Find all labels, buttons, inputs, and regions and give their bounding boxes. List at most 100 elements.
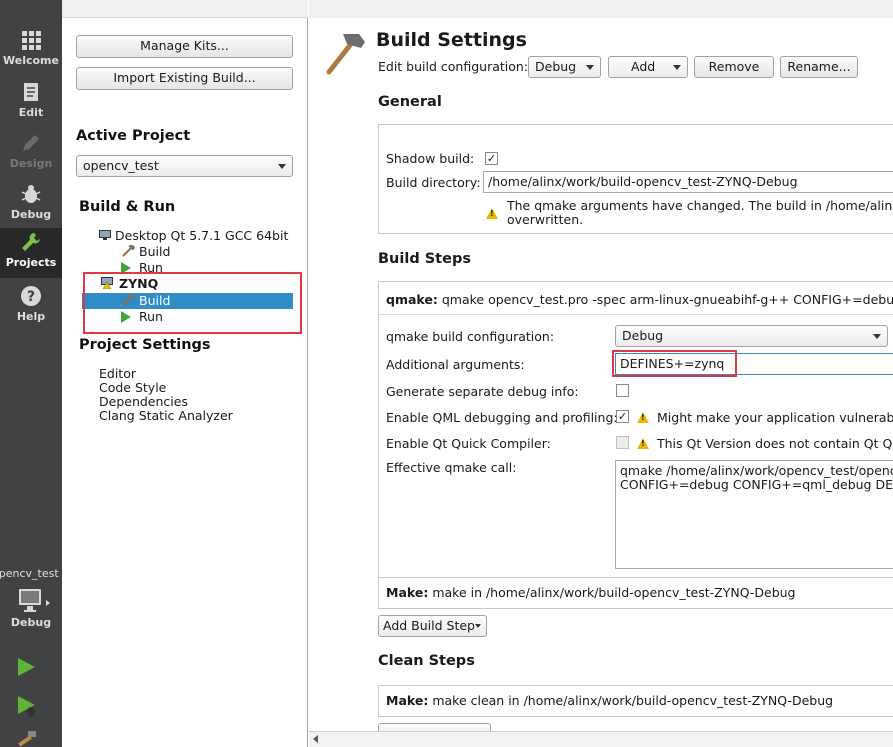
effective-line: CONFIG+=debug CONFIG+=qml_debug DEFI <box>620 477 893 492</box>
settings-editor[interactable]: Editor <box>99 367 136 381</box>
svg-text:?: ? <box>27 289 35 305</box>
make-summary-text: make in /home/alinx/work/build-opencv_te… <box>432 585 796 600</box>
quick-compiler-label: Enable Qt Quick Compiler: <box>386 436 551 451</box>
separate-debug-label: Generate separate debug info: <box>386 384 579 399</box>
add-config-button[interactable]: Add <box>608 56 688 78</box>
mode-debug[interactable]: Debug <box>0 180 62 230</box>
build-button[interactable] <box>16 731 38 747</box>
hammer-icon <box>18 731 36 747</box>
make-step-panel: Make: make in /home/alinx/work/build-ope… <box>378 577 893 609</box>
mode-label: Welcome <box>3 54 59 67</box>
build-run-title: Build & Run <box>79 199 176 215</box>
kit-desktop[interactable]: Desktop Qt 5.7.1 GCC 64bit <box>98 228 288 244</box>
build-settings-panel: Build Settings Edit build configuration:… <box>309 0 893 747</box>
target-project-name: opencv_test <box>0 567 59 580</box>
pencil-icon <box>23 135 39 151</box>
quick-compiler-warning: This Qt Version does not contain Qt Quic <box>657 436 893 451</box>
monitor-icon <box>99 230 111 240</box>
grid-icon <box>22 31 41 50</box>
additional-args-label: Additional arguments: <box>386 357 525 372</box>
chevron-right-icon <box>46 600 50 606</box>
chevron-down-icon <box>586 65 594 70</box>
debug-run-icon <box>18 696 35 717</box>
remove-config-button[interactable]: Remove <box>694 56 774 78</box>
separate-debug-checkbox[interactable] <box>616 384 629 397</box>
qmake-bold: qmake: <box>386 292 438 307</box>
warning-line: The qmake arguments have changed. The bu… <box>507 198 893 213</box>
effective-call-label: Effective qmake call: <box>386 460 517 475</box>
clean-make-bold: Make: <box>386 693 429 708</box>
kit-desktop-build[interactable]: Build <box>121 243 171 260</box>
qml-warning-text: Might make your application vulnerable <box>657 410 893 425</box>
shadow-build-checkbox[interactable]: ✓ <box>485 152 498 165</box>
qmake-summary-text: qmake opencv_test.pro -spec arm-linux-gn… <box>441 292 893 307</box>
mode-label: Edit <box>18 106 44 119</box>
question-icon: ? <box>21 286 41 306</box>
build-steps-title: Build Steps <box>378 251 471 267</box>
add-label: Add <box>631 59 656 74</box>
rename-config-button[interactable]: Rename... <box>780 56 858 78</box>
settings-code-style[interactable]: Code Style <box>99 381 166 395</box>
add-build-step-button[interactable]: Add Build Step <box>378 615 487 637</box>
main-toolbar <box>309 0 893 18</box>
active-project-combo[interactable]: opencv_test <box>76 155 293 177</box>
warning-icon <box>637 412 649 423</box>
settings-clang-analyzer[interactable]: Clang Static Analyzer <box>99 409 233 423</box>
debug-run-button[interactable] <box>15 694 39 721</box>
qmake-summary: qmake: qmake opencv_test.pro -spec arm-l… <box>386 292 893 307</box>
wrench-icon <box>22 233 40 251</box>
build-label: Build <box>139 244 171 259</box>
bug-icon <box>21 185 41 203</box>
warning-text: The qmake arguments have changed. The bu… <box>507 199 893 227</box>
document-icon <box>24 83 38 101</box>
navigation-pane: Manage Kits... Import Existing Build... … <box>62 0 308 747</box>
import-build-button[interactable]: Import Existing Build... <box>76 67 293 90</box>
general-panel: Shadow build: ✓ Build directory: /home/a… <box>378 124 893 234</box>
mode-label: Debug <box>10 208 52 221</box>
effective-line: qmake /home/alinx/work/opencv_test/openc… <box>620 463 893 478</box>
build-config-value: Debug <box>535 59 577 74</box>
divider <box>379 314 893 315</box>
qmake-config-combo[interactable]: Debug <box>615 325 888 347</box>
build-config-combo[interactable]: Debug <box>528 56 601 78</box>
scroll-left-icon[interactable] <box>313 735 318 743</box>
manage-kits-button[interactable]: Manage Kits... <box>76 35 293 58</box>
project-settings-title: Project Settings <box>79 337 211 353</box>
mode-bar: Welcome Edit Design Debug Projects ? Hel… <box>0 0 62 747</box>
shadow-build-label: Shadow build: <box>386 151 475 166</box>
mode-label: Help <box>16 310 46 323</box>
target-kit-label: Debug <box>10 616 52 629</box>
chevron-down-icon <box>673 65 681 70</box>
highlight-box <box>83 272 302 334</box>
general-title: General <box>378 94 442 110</box>
kit-name: Desktop Qt 5.7.1 GCC 64bit <box>115 228 289 243</box>
warning-line: overwritten. <box>507 212 584 227</box>
mode-label: Projects <box>5 256 57 269</box>
active-project-title: Active Project <box>76 128 191 144</box>
page-title: Build Settings <box>376 29 527 51</box>
mode-design[interactable]: Design <box>0 129 62 179</box>
target-selector[interactable]: Debug <box>0 588 62 629</box>
hammer-icon <box>122 243 136 257</box>
make-summary: Make: make in /home/alinx/work/build-ope… <box>386 585 796 600</box>
mode-welcome[interactable]: Welcome <box>0 26 62 76</box>
clean-steps-title: Clean Steps <box>378 653 475 669</box>
mode-projects[interactable]: Projects <box>0 228 62 278</box>
edit-config-label: Edit build configuration: <box>378 59 529 74</box>
horizontal-scrollbar[interactable] <box>309 731 893 747</box>
build-dir-field[interactable]: /home/alinx/work/build-opencv_test-ZYNQ-… <box>483 171 893 193</box>
chevron-down-icon <box>278 164 286 169</box>
hammer-icon <box>326 34 365 75</box>
nav-toolbar <box>62 0 308 18</box>
qmake-config-value: Debug <box>622 328 664 343</box>
mode-label: Design <box>9 157 53 170</box>
run-button[interactable] <box>15 656 37 681</box>
settings-dependencies[interactable]: Dependencies <box>99 395 188 409</box>
mode-help[interactable]: ? Help <box>0 282 62 332</box>
qml-debug-checkbox[interactable]: ✓ <box>616 410 629 423</box>
qmake-step-panel: qmake: qmake opencv_test.pro -spec arm-l… <box>378 281 893 601</box>
effective-call-text[interactable]: qmake /home/alinx/work/opencv_test/openc… <box>615 460 893 569</box>
chevron-down-icon <box>475 624 481 628</box>
mode-edit[interactable]: Edit <box>0 78 62 128</box>
quick-compiler-checkbox[interactable] <box>616 436 629 449</box>
